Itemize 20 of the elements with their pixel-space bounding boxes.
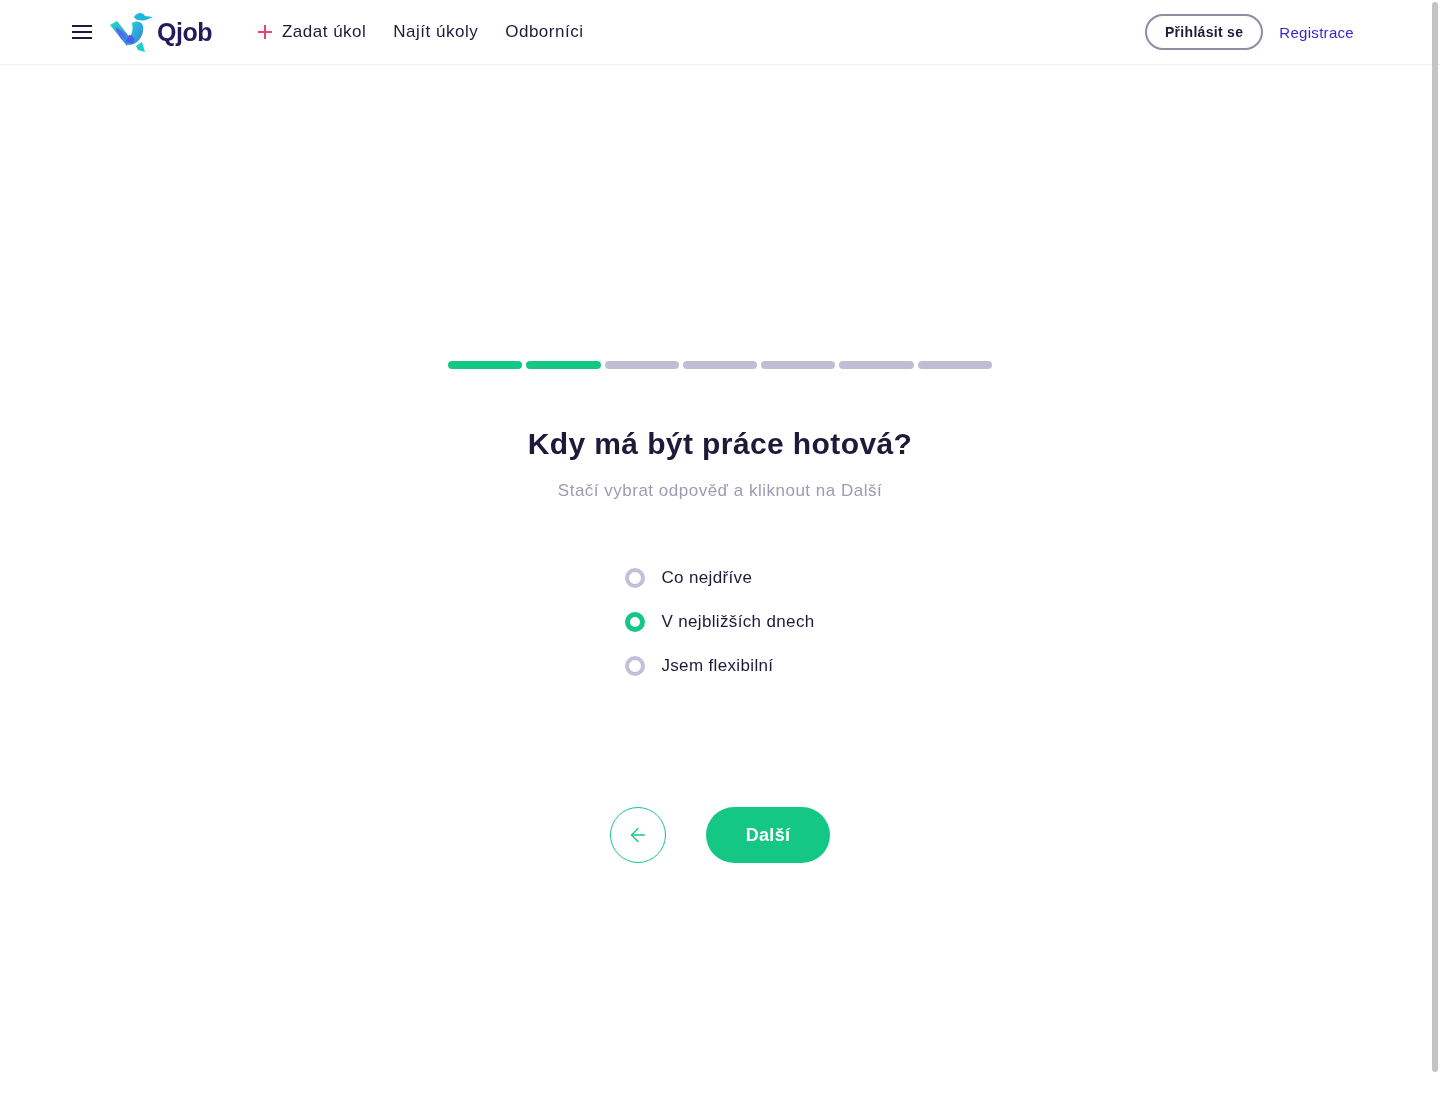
option-label[interactable]: V nejbližších dnech bbox=[661, 612, 815, 632]
nav-link[interactable]: Zadat úkol bbox=[281, 22, 367, 42]
option-label[interactable]: Co nejdříve bbox=[661, 568, 753, 588]
nav-link[interactable]: Najít úkoly bbox=[393, 22, 479, 42]
question-hint: Stačí vybrat odpověď a kliknout na Další bbox=[557, 480, 883, 502]
scrollbar-thumb[interactable] bbox=[1432, 2, 1438, 1072]
option-label[interactable]: Jsem flexibilní bbox=[661, 656, 774, 676]
nav-link[interactable]: Odborníci bbox=[505, 22, 584, 42]
register-link[interactable]: Registrace bbox=[1279, 23, 1354, 41]
back-button[interactable] bbox=[610, 807, 666, 863]
question-title: Kdy má být práce hotová? bbox=[527, 428, 913, 460]
menu-button[interactable] bbox=[72, 25, 92, 39]
logo-text[interactable]: Qjob bbox=[157, 17, 212, 47]
plus-icon bbox=[257, 25, 272, 39]
radio-button[interactable] bbox=[625, 568, 646, 588]
radio-button[interactable] bbox=[625, 656, 646, 676]
bird-logo-icon bbox=[110, 12, 154, 52]
radio-button[interactable] bbox=[625, 612, 646, 632]
login-button[interactable]: Přihlásit se bbox=[1145, 14, 1264, 50]
menu-icon bbox=[72, 25, 92, 39]
